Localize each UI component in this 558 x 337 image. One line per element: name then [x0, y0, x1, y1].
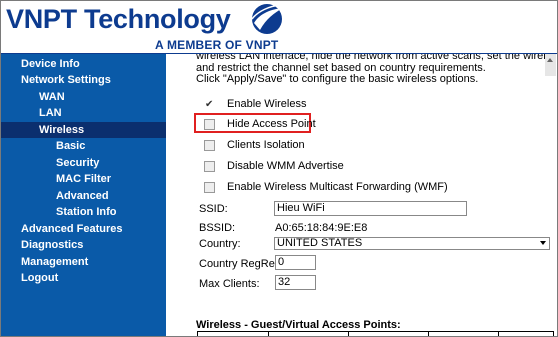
disable-wmm-label: Disable WMM Advertise — [227, 160, 344, 172]
enable-wmf-label: Enable Wireless Multicast Forwarding (WM… — [227, 181, 448, 193]
sidebar-item-mac-filter[interactable]: MAC Filter — [1, 171, 166, 187]
sidebar-item-security[interactable]: Security — [1, 155, 166, 171]
sidebar: Device Info Network Settings WAN LAN Wir… — [1, 54, 166, 336]
bssid-label: BSSID: — [199, 222, 236, 234]
brand-tagline: A MEMBER OF VNPT — [155, 38, 279, 52]
main-content: wireless LAN interface, hide the network… — [166, 54, 557, 336]
country-selected-value: UNITED STATES — [277, 237, 363, 249]
sidebar-item-basic[interactable]: Basic — [1, 138, 166, 154]
country-label: Country: — [199, 238, 241, 250]
enable-wireless-label: Enable Wireless — [227, 98, 307, 110]
sidebar-item-wireless[interactable]: Wireless — [1, 122, 166, 138]
enable-wmf-checkbox[interactable] — [204, 182, 215, 193]
brand-title: VNPT Technology — [6, 4, 231, 34]
country-regrev-label: Country RegRev — [199, 258, 281, 270]
sidebar-item-network-settings[interactable]: Network Settings — [1, 72, 166, 88]
sidebar-item-advanced[interactable]: Advanced — [1, 188, 166, 204]
scrollbar-up-button[interactable] — [545, 54, 556, 76]
ssid-label: SSID: — [199, 203, 228, 215]
table-column-divider — [498, 332, 499, 336]
sidebar-item-device-info[interactable]: Device Info — [1, 56, 166, 72]
clients-isolation-label: Clients Isolation — [227, 139, 305, 151]
hide-access-point-label: Hide Access Point — [227, 118, 316, 130]
page-description: wireless LAN interface, hide the network… — [196, 54, 546, 86]
guest-ap-section-title: Wireless - Guest/Virtual Access Points: — [196, 319, 401, 331]
sidebar-item-lan[interactable]: LAN — [1, 105, 166, 121]
table-column-divider — [268, 332, 269, 336]
router-admin-window: VNPT Technology A MEMBER OF VNPT Device … — [0, 0, 558, 337]
checkmark-icon: ✔ — [205, 99, 214, 110]
sidebar-item-management[interactable]: Management — [1, 254, 166, 270]
description-line: Click "Apply/Save" to configure the basi… — [196, 73, 479, 85]
hide-access-point-checkbox[interactable] — [204, 119, 215, 130]
header: VNPT Technology A MEMBER OF VNPT — [1, 1, 557, 54]
table-column-divider — [428, 332, 429, 336]
chevron-up-icon — [547, 58, 553, 62]
sidebar-item-advanced-features[interactable]: Advanced Features — [1, 221, 166, 237]
sidebar-item-wan[interactable]: WAN — [1, 89, 166, 105]
sidebar-item-logout[interactable]: Logout — [1, 270, 166, 286]
disable-wmm-checkbox[interactable] — [204, 161, 215, 172]
sidebar-item-diagnostics[interactable]: Diagnostics — [1, 237, 166, 253]
max-clients-input[interactable]: 32 — [275, 275, 316, 290]
ssid-input[interactable]: Hieu WiFi — [274, 201, 467, 216]
guest-ap-table — [197, 331, 554, 336]
bssid-value: A0:65:18:84:9E:E8 — [275, 222, 368, 234]
table-column-divider — [348, 332, 349, 336]
clients-isolation-checkbox[interactable] — [204, 140, 215, 151]
max-clients-label: Max Clients: — [199, 278, 260, 290]
vnpt-logo-icon — [251, 4, 283, 34]
sidebar-item-station-info[interactable]: Station Info — [1, 204, 166, 220]
country-select[interactable]: UNITED STATES — [274, 237, 550, 250]
country-regrev-input[interactable]: 0 — [275, 255, 316, 270]
enable-wireless-checkbox[interactable]: ✔ — [204, 99, 213, 110]
chevron-down-icon — [540, 241, 546, 245]
